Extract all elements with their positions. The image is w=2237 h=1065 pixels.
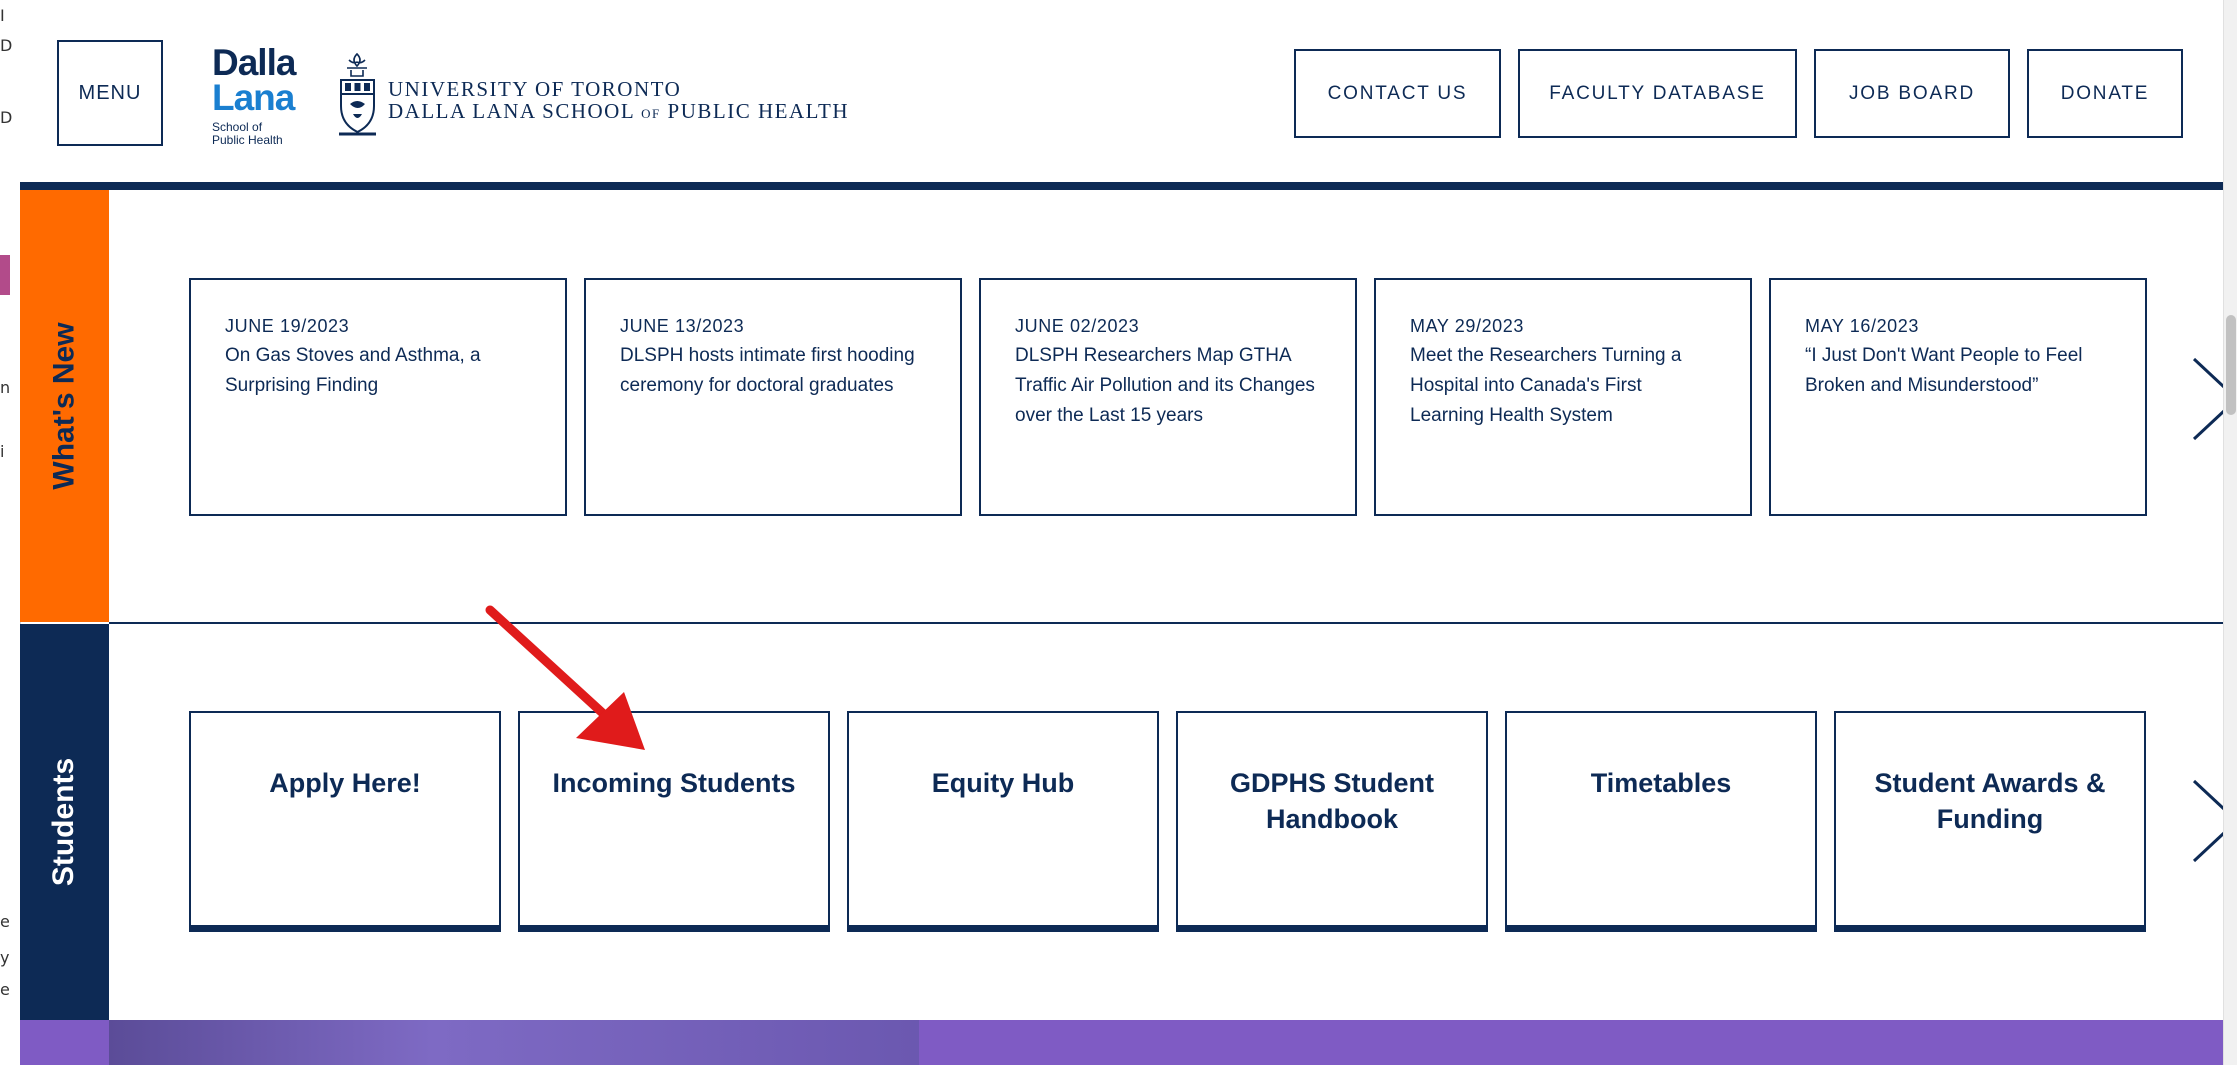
left-color-chip	[0, 255, 10, 295]
news-title: “I Just Don't Want People to Feel Broken…	[1805, 345, 2083, 396]
university-name-line2: DALLA LANA SCHOOL OF PUBLIC HEALTH	[388, 99, 849, 123]
student-card-awards-funding[interactable]: Student Awards & Funding	[1834, 711, 2146, 932]
news-date: JUNE 13/2023	[620, 316, 745, 336]
left-text-fragment: y	[0, 948, 10, 967]
tab-whats-new[interactable]: What's New	[20, 190, 109, 622]
student-card-apply-here[interactable]: Apply Here!	[189, 711, 501, 932]
student-card-incoming-students[interactable]: Incoming Students	[518, 711, 830, 932]
dalla-lana-logo[interactable]: Dalla Lana School of Public Health	[212, 42, 296, 147]
contact-us-button[interactable]: CONTACT US	[1294, 49, 1501, 138]
left-text-fragment: e	[0, 980, 10, 999]
left-text-fragment: n	[0, 378, 11, 397]
page-scrollbar[interactable]	[2223, 0, 2237, 1065]
left-text-fragment: D	[0, 36, 13, 55]
next-section-tab	[20, 1020, 109, 1065]
news-card[interactable]: JUNE 02/2023 DLSPH Researchers Map GTHA …	[979, 278, 1357, 516]
tab-whats-new-label: What's New	[47, 322, 81, 490]
university-crest-icon	[339, 52, 376, 136]
tab-students[interactable]: Students	[20, 624, 109, 1020]
news-card[interactable]: MAY 16/2023 “I Just Don't Want People to…	[1769, 278, 2147, 516]
news-date: JUNE 02/2023	[1015, 316, 1140, 336]
news-date: JUNE 19/2023	[225, 316, 350, 336]
left-text-fragment: I	[0, 6, 5, 25]
university-name: UNIVERSITY OF TORONTO DALLA LANA SCHOOL …	[388, 78, 849, 125]
student-card-gdphs-handbook[interactable]: GDPHS Student Handbook	[1176, 711, 1488, 932]
news-card[interactable]: JUNE 13/2023 DLSPH hosts intimate first …	[584, 278, 962, 516]
donate-button[interactable]: DONATE	[2027, 49, 2183, 138]
section-divider	[109, 622, 2223, 624]
logo-text-lana: Lana	[212, 77, 295, 118]
header-underline	[20, 182, 2223, 190]
student-card-timetables[interactable]: Timetables	[1505, 711, 1817, 932]
left-text-fragment: i	[0, 442, 5, 461]
news-card[interactable]: JUNE 19/2023 On Gas Stoves and Asthma, a…	[189, 278, 567, 516]
job-board-button[interactable]: JOB BOARD	[1814, 49, 2010, 138]
menu-button[interactable]: MENU	[57, 40, 163, 146]
news-title: DLSPH Researchers Map GTHA Traffic Air P…	[1015, 345, 1315, 426]
news-date: MAY 29/2023	[1410, 316, 1525, 336]
scrollbar-thumb[interactable]	[2226, 315, 2236, 415]
university-name-line1: UNIVERSITY OF TORONTO	[388, 77, 682, 101]
background-window-edge: I D D n i e y e	[0, 0, 21, 1065]
tab-students-label: Students	[47, 757, 81, 887]
banner-panel	[919, 1020, 2223, 1065]
logo-text-school-of: School of	[212, 120, 263, 134]
left-text-fragment: D	[0, 108, 13, 127]
news-title: On Gas Stoves and Asthma, a Surprising F…	[225, 345, 481, 396]
faculty-database-button[interactable]: FACULTY DATABASE	[1518, 49, 1797, 138]
logo-text-public-health: Public Health	[212, 132, 283, 147]
news-title: Meet the Researchers Turning a Hospital …	[1410, 345, 1682, 426]
left-text-fragment: e	[0, 912, 10, 931]
news-title: DLSPH hosts intimate first hooding cerem…	[620, 345, 915, 396]
news-date: MAY 16/2023	[1805, 316, 1920, 336]
logo-text-dalla: Dalla	[212, 42, 296, 83]
news-card[interactable]: MAY 29/2023 Meet the Researchers Turning…	[1374, 278, 1752, 516]
banner-image	[109, 1020, 919, 1065]
student-card-equity-hub[interactable]: Equity Hub	[847, 711, 1159, 932]
